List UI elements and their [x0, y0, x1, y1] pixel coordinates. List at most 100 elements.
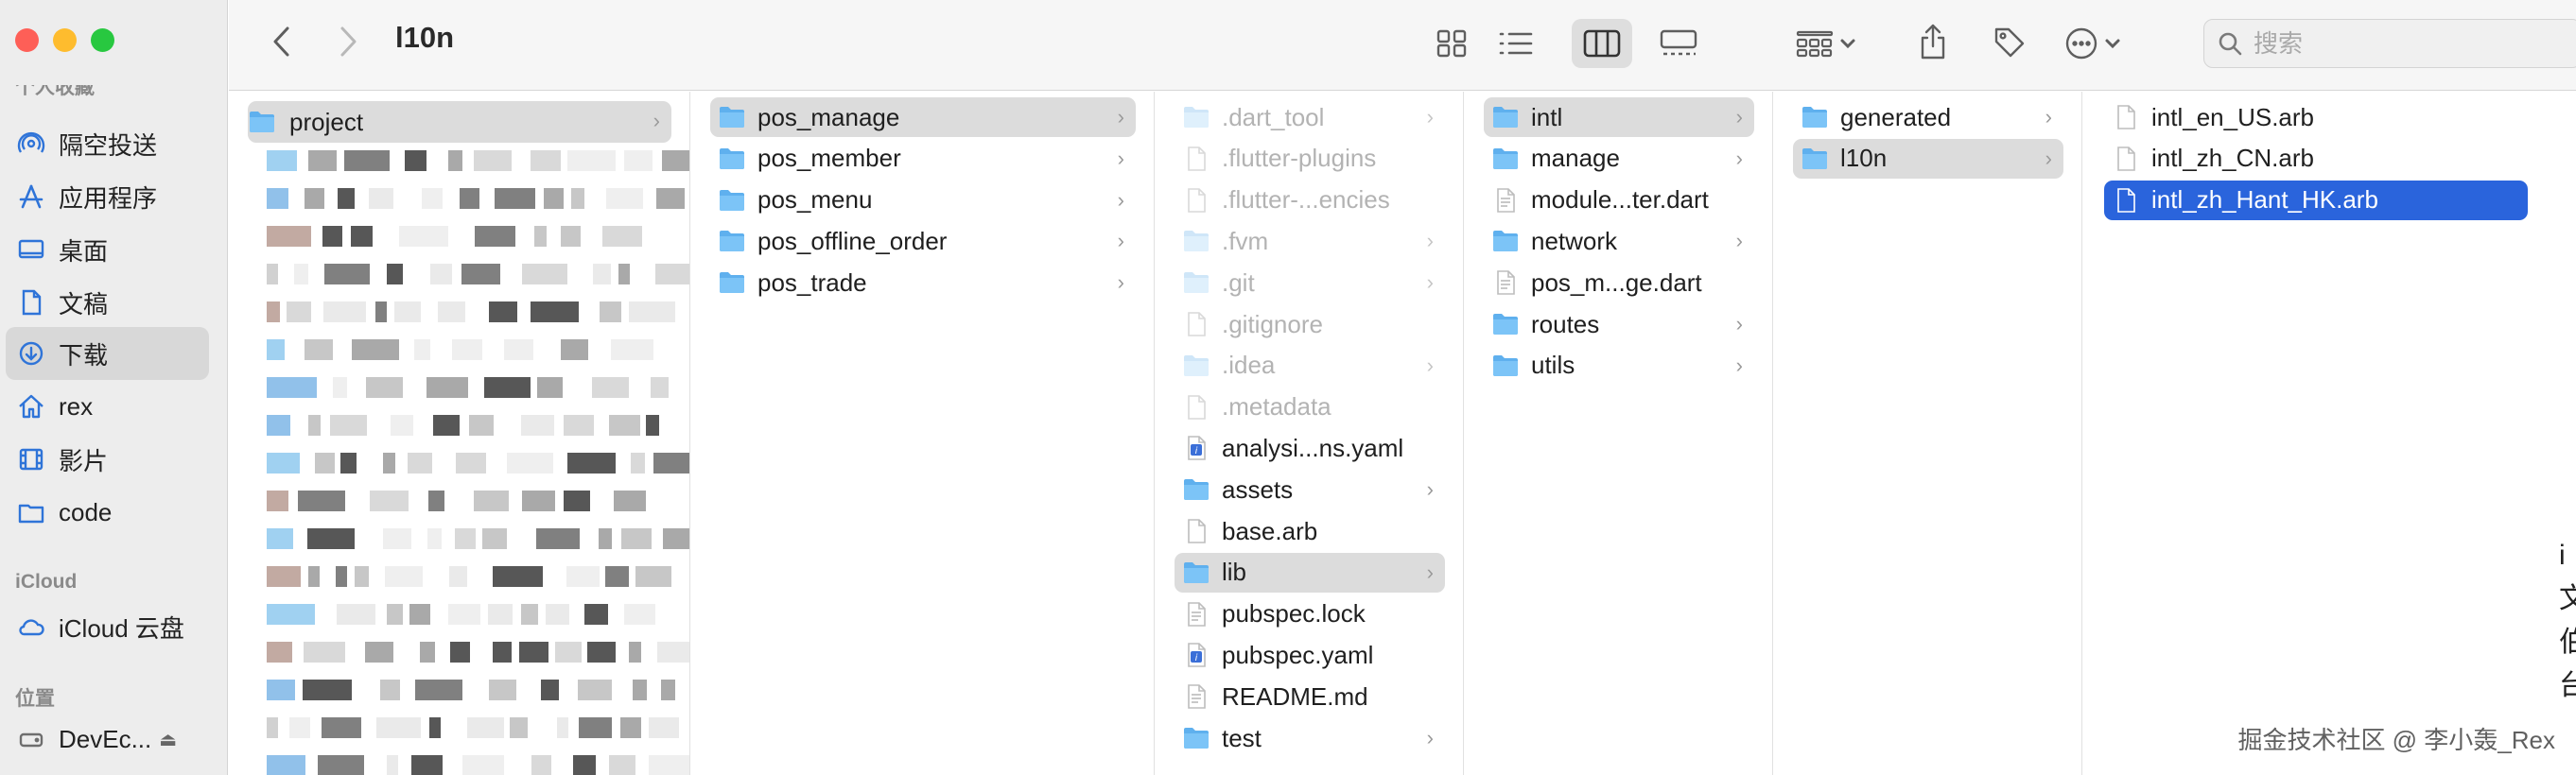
- list-item-gitignore[interactable]: .gitignore: [1175, 304, 1445, 344]
- redacted-block: [651, 377, 669, 398]
- zoom-window-button[interactable]: [91, 28, 114, 52]
- redacted-block: [415, 680, 462, 700]
- list-item-test[interactable]: test ›: [1175, 718, 1445, 758]
- minimize-window-button[interactable]: [53, 28, 77, 52]
- list-item-dart-tool[interactable]: .dart_tool ›: [1175, 97, 1445, 137]
- redacted-block: [567, 150, 616, 171]
- column-6[interactable]: intl_en_US.arb intl_zh_CN.arb intl_zh_Hant…: [2083, 92, 2576, 775]
- list-item-intl[interactable]: intl ›: [1484, 97, 1754, 137]
- group-by-button[interactable]: [1787, 19, 1865, 68]
- list-item-assets[interactable]: assets ›: [1175, 470, 1445, 509]
- list-item-generated[interactable]: generated ›: [1793, 97, 2063, 137]
- redacted-block: [484, 377, 531, 398]
- sidebar-item-code[interactable]: code: [6, 486, 209, 539]
- redacted-block: [352, 339, 399, 360]
- redacted-block: [338, 188, 355, 209]
- gallery-view-button[interactable]: [1651, 19, 1706, 68]
- chevron-right-icon: ›: [1117, 270, 1124, 295]
- redacted-block: [305, 339, 333, 360]
- close-window-button[interactable]: [15, 28, 39, 52]
- sidebar-item-documents[interactable]: 文稿: [6, 276, 209, 329]
- list-item-label: routes: [1531, 309, 1600, 338]
- redacted-block: [298, 491, 345, 511]
- list-item-intl-zh-hant-hk-arb[interactable]: intl_zh_Hant_HK.arb: [2104, 180, 2528, 220]
- search-icon: [2219, 32, 2242, 56]
- list-item-label: intl_en_US.arb: [2151, 102, 2314, 131]
- search-field[interactable]: [2203, 19, 2576, 68]
- redacted-block: [438, 301, 465, 322]
- list-item-git[interactable]: .git ›: [1175, 263, 1445, 302]
- column-3[interactable]: .dart_tool › .flutter-plugins .flutter-...e…: [1156, 92, 1464, 775]
- share-button[interactable]: [1910, 15, 1956, 68]
- redacted-block: [308, 150, 337, 171]
- redacted-block: [387, 604, 403, 625]
- more-actions-button[interactable]: [2052, 19, 2133, 68]
- list-item-intl-zh-cn-arb[interactable]: intl_zh_CN.arb: [2104, 139, 2528, 179]
- icon-view-button[interactable]: [1428, 21, 1475, 66]
- redacted-block: [606, 188, 643, 209]
- column-5[interactable]: generated › l10n ›: [1774, 92, 2082, 775]
- sidebar-item-home[interactable]: rex: [6, 380, 209, 433]
- redacted-block: [544, 188, 564, 209]
- list-item-pos-member[interactable]: pos_member ›: [710, 139, 1136, 179]
- list-item-pos-offline-order[interactable]: pos_offline_order ›: [710, 221, 1136, 261]
- list-item-project[interactable]: project ›: [248, 101, 671, 143]
- list-item-pubspec-yaml[interactable]: i pubspec.yaml: [1175, 635, 1445, 675]
- list-item-fvm[interactable]: .fvm ›: [1175, 221, 1445, 261]
- list-item-network[interactable]: network ›: [1484, 221, 1754, 261]
- column-2[interactable]: pos_manage › pos_member › pos_menu › pos_offli…: [691, 92, 1155, 775]
- list-view-button[interactable]: [1492, 21, 1540, 66]
- chevron-right-icon: ›: [1117, 105, 1124, 129]
- svg-text:i: i: [1195, 446, 1198, 456]
- redacted-block: [631, 453, 645, 474]
- list-item-l10n[interactable]: l10n ›: [1793, 138, 2063, 179]
- list-item-utils[interactable]: utils ›: [1484, 346, 1754, 386]
- list-item-pos-m-ge-dart[interactable]: pos_m...ge.dart: [1484, 263, 1754, 302]
- list-item-pubspec-lock[interactable]: pubspec.lock: [1175, 594, 1445, 634]
- forward-button[interactable]: [329, 23, 367, 60]
- sidebar-item-icloud-drive[interactable]: iCloud 云盘: [6, 600, 209, 653]
- list-item-metadata[interactable]: .metadata: [1175, 388, 1445, 427]
- column-4[interactable]: intl › manage › module...ter.dart network › pos…: [1465, 92, 1773, 775]
- folder-icon: [1184, 354, 1209, 376]
- folder-icon: [1184, 107, 1209, 128]
- list-item-pos-trade[interactable]: pos_trade ›: [710, 263, 1136, 302]
- chevron-right-icon: ›: [1735, 146, 1743, 170]
- eject-icon[interactable]: ⏏: [159, 728, 177, 751]
- list-item-intl-en-us-arb[interactable]: intl_en_US.arb: [2104, 97, 2528, 137]
- redacted-block: [663, 528, 689, 549]
- search-input[interactable]: [2254, 28, 2566, 59]
- list-item-lib[interactable]: lib ›: [1175, 552, 1445, 593]
- list-item-base-arb[interactable]: base.arb: [1175, 511, 1445, 551]
- sidebar-item-airdrop[interactable]: 隔空投送: [6, 117, 209, 170]
- sidebar-item-desktop[interactable]: 桌面: [6, 223, 209, 276]
- folder-icon: [1184, 231, 1209, 252]
- redacted-block: [411, 755, 443, 775]
- list-item-idea[interactable]: .idea ›: [1175, 346, 1445, 386]
- list-item-analysi-ns-yaml[interactable]: i analysi...ns.yaml: [1175, 428, 1445, 468]
- redacted-block: [308, 415, 321, 436]
- tags-button[interactable]: [1986, 17, 2033, 68]
- list-item-module-ter-dart[interactable]: module...ter.dart: [1484, 181, 1754, 220]
- list-item-pos-manage[interactable]: pos_manage ›: [710, 97, 1136, 137]
- list-item-pos-menu[interactable]: pos_menu ›: [710, 181, 1136, 220]
- list-item-flutter-plugins[interactable]: .flutter-plugins: [1175, 139, 1445, 179]
- sidebar-item-label: 影片: [59, 446, 109, 475]
- sidebar-item-device[interactable]: DevEc... ⏏: [6, 713, 209, 766]
- sidebar-item-downloads[interactable]: 下载: [6, 327, 209, 380]
- redacted-block: [522, 491, 555, 511]
- column-view-button[interactable]: [1572, 19, 1632, 68]
- list-item-label: pos_member: [757, 144, 901, 173]
- list-item-routes[interactable]: routes ›: [1484, 304, 1754, 344]
- folder-icon: [1493, 147, 1518, 169]
- sidebar-item-applications[interactable]: 应用程序: [6, 170, 209, 223]
- column-1[interactable]: project ›: [229, 92, 690, 775]
- list-item-readme-md[interactable]: README.md: [1175, 677, 1445, 716]
- redacted-block: [602, 226, 642, 247]
- list-item-manage[interactable]: manage ›: [1484, 139, 1754, 179]
- folder-icon: [1184, 272, 1209, 294]
- back-button[interactable]: [263, 23, 301, 60]
- file-icon: [2117, 146, 2135, 171]
- sidebar-item-movies[interactable]: 影片: [6, 433, 209, 486]
- list-item-flutter-encies[interactable]: .flutter-...encies: [1175, 181, 1445, 220]
